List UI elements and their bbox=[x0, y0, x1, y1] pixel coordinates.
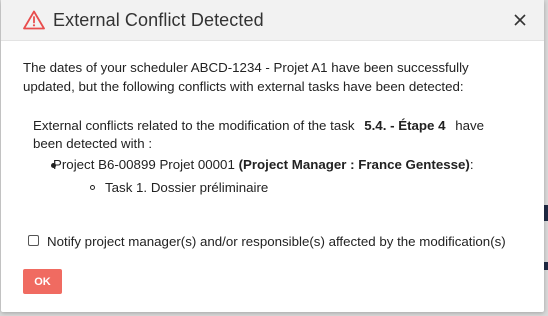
dialog-title: External Conflict Detected bbox=[53, 10, 264, 30]
conflict-task-name: 5.4. - Étape 4 bbox=[364, 118, 446, 133]
update-message: The dates of your scheduler ABCD-1234 - … bbox=[23, 60, 469, 94]
project-name: Project B6-00899 Projet 00001 bbox=[53, 157, 235, 172]
conflict-task: Task 1. Dossier préliminaire bbox=[105, 180, 269, 195]
dialog-header: External Conflict Detected bbox=[1, 0, 544, 41]
notify-label[interactable]: Notify project manager(s) and/or respons… bbox=[47, 233, 506, 251]
conflict-project: Project B6-00899 Projet 00001 (Project M… bbox=[53, 156, 474, 174]
conflict-intro: External conflicts related to the modifi… bbox=[33, 117, 503, 153]
project-manager: (Project Manager : France Gentesse) bbox=[238, 157, 470, 172]
circle-bullet-icon bbox=[90, 185, 95, 190]
conflict-intro-text: External conflicts related to the modifi… bbox=[33, 118, 355, 133]
conflict-dialog: External Conflict Detected The dates of … bbox=[1, 0, 544, 312]
notify-checkbox[interactable] bbox=[28, 235, 39, 246]
project-suffix: : bbox=[469, 157, 474, 172]
ok-button[interactable]: OK bbox=[23, 269, 62, 294]
warning-triangle-icon bbox=[23, 10, 45, 30]
close-icon[interactable] bbox=[512, 12, 528, 28]
